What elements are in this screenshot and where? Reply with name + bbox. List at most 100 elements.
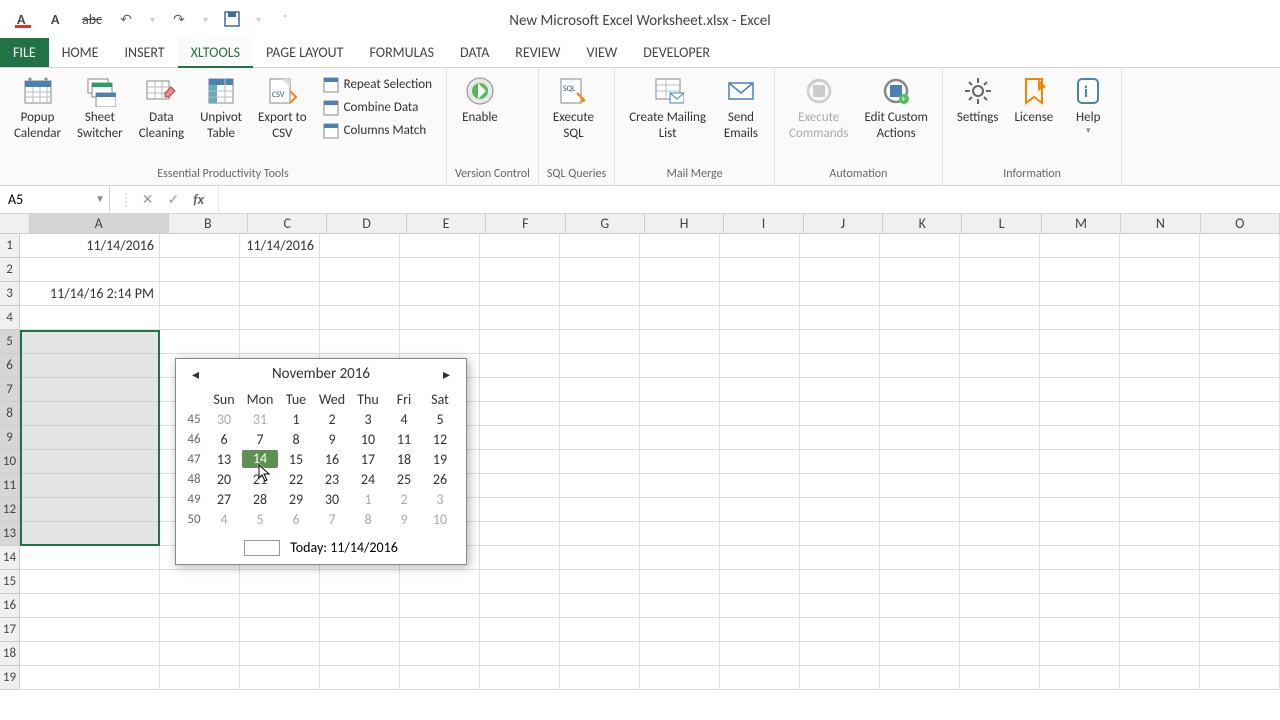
cell-O15[interactable]	[1200, 570, 1280, 594]
calendar-day[interactable]: 30	[206, 411, 242, 428]
calendar-day[interactable]: 5	[242, 511, 278, 528]
cell-F9[interactable]	[480, 426, 560, 450]
font-icon[interactable]: A	[48, 9, 68, 29]
cell-G11[interactable]	[560, 474, 640, 498]
tab-data[interactable]: DATA	[447, 38, 502, 67]
col-header-G[interactable]: G	[566, 214, 645, 233]
cell-H9[interactable]	[640, 426, 720, 450]
cell-O7[interactable]	[1200, 378, 1280, 402]
col-header-H[interactable]: H	[645, 214, 724, 233]
calendar-day[interactable]: 8	[350, 511, 386, 528]
cell-J2[interactable]	[800, 258, 880, 282]
calendar-day[interactable]: 4	[386, 411, 422, 428]
cell-A4[interactable]	[20, 306, 160, 330]
cell-G14[interactable]	[560, 546, 640, 570]
calendar-day[interactable]: 13	[206, 451, 242, 468]
calendar-day[interactable]: 20	[206, 471, 242, 488]
col-header-N[interactable]: N	[1121, 214, 1200, 233]
save-icon[interactable]	[222, 9, 242, 29]
calendar-day[interactable]: 10	[422, 511, 458, 528]
calendar-day[interactable]: 6	[278, 511, 314, 528]
cell-C3[interactable]	[240, 282, 320, 306]
cell-K4[interactable]	[880, 306, 960, 330]
export-to-csv-button[interactable]: CSVExport toCSV	[252, 72, 313, 144]
cell-M1[interactable]	[1040, 234, 1120, 258]
prev-month-icon[interactable]: ◂	[186, 366, 205, 383]
cell-L11[interactable]	[960, 474, 1040, 498]
cell-F19[interactable]	[480, 666, 560, 690]
cell-N15[interactable]	[1120, 570, 1200, 594]
cell-B19[interactable]	[160, 666, 240, 690]
cell-I7[interactable]	[720, 378, 800, 402]
chevron-down-icon[interactable]: ▼	[95, 192, 105, 205]
font-color-icon[interactable]: A	[14, 9, 34, 29]
cell-D19[interactable]	[320, 666, 400, 690]
cell-M13[interactable]	[1040, 522, 1120, 546]
cell-M9[interactable]	[1040, 426, 1120, 450]
cell-K8[interactable]	[880, 402, 960, 426]
cell-I3[interactable]	[720, 282, 800, 306]
cell-F13[interactable]	[480, 522, 560, 546]
cell-C1[interactable]: 11/14/2016	[240, 234, 320, 258]
cell-A8[interactable]	[20, 402, 160, 426]
cell-O16[interactable]	[1200, 594, 1280, 618]
cell-B16[interactable]	[160, 594, 240, 618]
cell-F5[interactable]	[480, 330, 560, 354]
cell-M12[interactable]	[1040, 498, 1120, 522]
cell-N14[interactable]	[1120, 546, 1200, 570]
combine-data-button[interactable]: Combine Data	[323, 98, 432, 119]
cell-F4[interactable]	[480, 306, 560, 330]
send-emails-button[interactable]: SendEmails	[716, 72, 766, 144]
calendar-day[interactable]: 15	[278, 451, 314, 468]
cell-J8[interactable]	[800, 402, 880, 426]
cell-N2[interactable]	[1120, 258, 1200, 282]
cell-H13[interactable]	[640, 522, 720, 546]
col-header-E[interactable]: E	[407, 214, 486, 233]
tab-insert[interactable]: INSERT	[112, 38, 178, 67]
cell-N4[interactable]	[1120, 306, 1200, 330]
fx-icon[interactable]: fx	[193, 191, 204, 208]
cell-N17[interactable]	[1120, 618, 1200, 642]
cell-F16[interactable]	[480, 594, 560, 618]
cell-L16[interactable]	[960, 594, 1040, 618]
calendar-day[interactable]: 2	[386, 491, 422, 508]
row-header-16[interactable]: 16	[0, 594, 20, 618]
tab-file[interactable]: FILE	[0, 38, 49, 67]
calendar-month-label[interactable]: November 2016	[272, 365, 370, 383]
tab-home[interactable]: HOME	[49, 38, 112, 67]
cell-I18[interactable]	[720, 642, 800, 666]
col-header-K[interactable]: K	[883, 214, 962, 233]
cell-H15[interactable]	[640, 570, 720, 594]
cell-L2[interactable]	[960, 258, 1040, 282]
calendar-day[interactable]: 29	[278, 491, 314, 508]
col-header-F[interactable]: F	[486, 214, 565, 233]
unpivot-table-button[interactable]: UnpivotTable	[194, 72, 248, 144]
cell-N18[interactable]	[1120, 642, 1200, 666]
calendar-day[interactable]: 28	[242, 491, 278, 508]
cell-M5[interactable]	[1040, 330, 1120, 354]
cell-N3[interactable]	[1120, 282, 1200, 306]
cell-M2[interactable]	[1040, 258, 1120, 282]
cell-F18[interactable]	[480, 642, 560, 666]
cell-G10[interactable]	[560, 450, 640, 474]
cell-D3[interactable]	[320, 282, 400, 306]
calendar-day[interactable]: 30	[314, 491, 350, 508]
cell-G7[interactable]	[560, 378, 640, 402]
edit-custom-actions-button[interactable]: +Edit CustomActions	[858, 72, 933, 144]
cell-N1[interactable]	[1120, 234, 1200, 258]
cell-E3[interactable]	[400, 282, 480, 306]
cell-M11[interactable]	[1040, 474, 1120, 498]
cell-K1[interactable]	[880, 234, 960, 258]
calendar-day[interactable]: 11	[386, 431, 422, 448]
cell-L3[interactable]	[960, 282, 1040, 306]
cell-H1[interactable]	[640, 234, 720, 258]
cell-M15[interactable]	[1040, 570, 1120, 594]
cell-N19[interactable]	[1120, 666, 1200, 690]
calendar-day[interactable]: 25	[386, 471, 422, 488]
cell-N9[interactable]	[1120, 426, 1200, 450]
cell-A1[interactable]: 11/14/2016	[20, 234, 160, 258]
cell-J12[interactable]	[800, 498, 880, 522]
cell-O8[interactable]	[1200, 402, 1280, 426]
cell-G3[interactable]	[560, 282, 640, 306]
cell-K17[interactable]	[880, 618, 960, 642]
